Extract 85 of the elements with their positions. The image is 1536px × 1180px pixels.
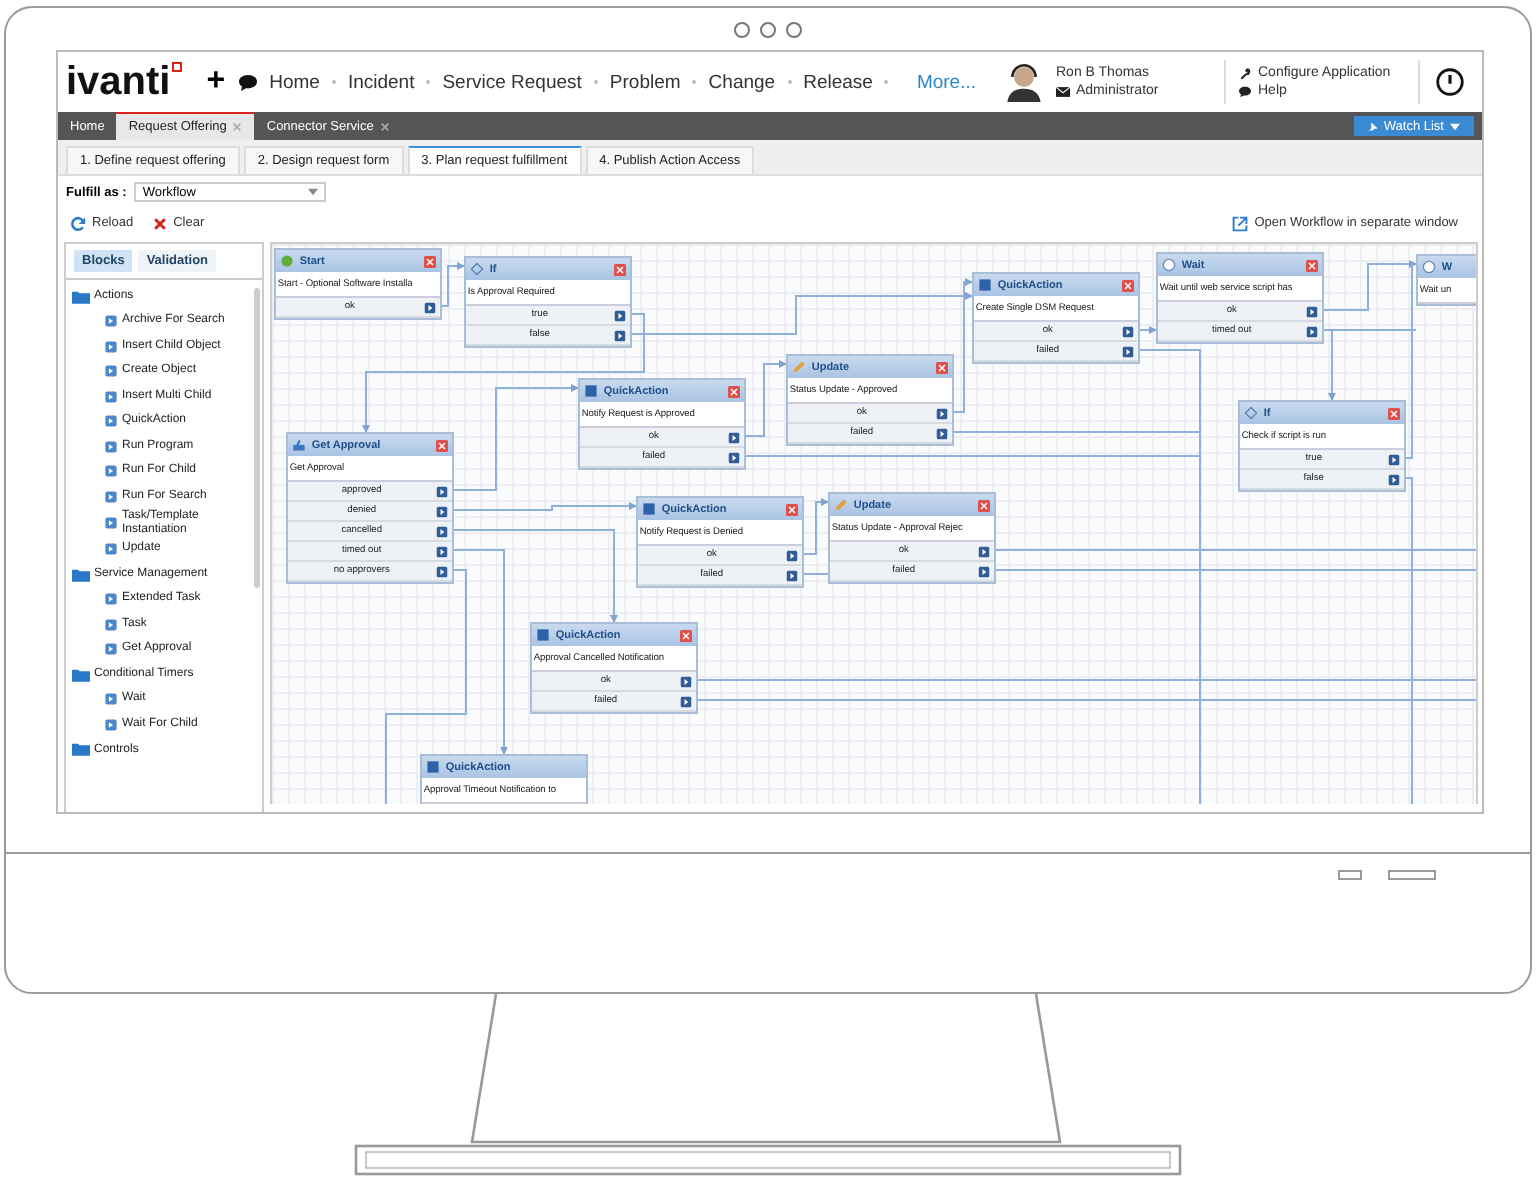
avatar-icon: [1004, 60, 1044, 104]
connector-line: [1138, 326, 1157, 334]
nav-link[interactable]: Problem: [609, 71, 681, 93]
reload-icon: [70, 215, 86, 231]
folder-icon: [72, 567, 90, 582]
folder-icon: [72, 289, 90, 304]
port-icon[interactable]: [435, 485, 448, 497]
node-type-icon: [291, 438, 306, 452]
block-icon: [104, 642, 118, 657]
add-button[interactable]: +: [206, 64, 226, 100]
port-icon[interactable]: [785, 549, 798, 561]
port-icon[interactable]: [435, 525, 448, 537]
node-type-icon: [977, 278, 992, 292]
node-type-icon: [1161, 258, 1176, 272]
node-type-icon: [1421, 260, 1436, 274]
connector-line: [440, 262, 465, 307]
block-icon: [104, 414, 118, 429]
block-icon: [104, 617, 118, 632]
close-icon[interactable]: [379, 121, 390, 131]
more-link[interactable]: More...: [916, 71, 976, 93]
block-icon: [104, 717, 118, 732]
node-type-icon: [641, 502, 656, 516]
chat-icon[interactable]: [237, 73, 258, 91]
port-icon[interactable]: [435, 545, 448, 557]
envelope-icon: [1056, 85, 1070, 97]
caret-icon: [1450, 121, 1460, 131]
port-icon[interactable]: [977, 565, 990, 577]
port-icon[interactable]: [1305, 325, 1318, 337]
block-icon: [104, 692, 118, 707]
block-icon: [104, 464, 118, 479]
close-icon: [151, 215, 168, 231]
button-slot-icon: [1388, 870, 1436, 880]
port-icon[interactable]: [613, 309, 626, 321]
port-icon[interactable]: [435, 505, 448, 517]
port-icon[interactable]: [679, 695, 692, 707]
port-icon[interactable]: [977, 545, 990, 557]
port-icon[interactable]: [785, 569, 798, 581]
port-icon[interactable]: [435, 565, 448, 577]
block-icon: [104, 339, 118, 354]
chat-icon: [1238, 85, 1252, 97]
node-type-icon: [583, 384, 598, 398]
caret-icon: [308, 188, 319, 196]
block-icon: [104, 592, 118, 607]
wrench-icon: [1238, 67, 1252, 79]
power-icon[interactable]: [1436, 68, 1464, 96]
scrollbar[interactable]: [253, 288, 260, 588]
folder-icon: [72, 667, 90, 682]
port-icon[interactable]: [935, 407, 948, 419]
port-icon[interactable]: [1121, 345, 1134, 357]
block-icon: [104, 439, 118, 454]
block-icon: [104, 314, 118, 329]
node-type-icon: [791, 360, 806, 374]
nav-link[interactable]: Incident: [347, 71, 415, 93]
connector-line: [802, 498, 829, 555]
port-icon[interactable]: [613, 329, 626, 341]
connector-line: [802, 573, 829, 575]
port-icon[interactable]: [1305, 305, 1318, 317]
nav-link[interactable]: Home: [269, 71, 320, 93]
block-icon: [104, 516, 118, 530]
port-icon[interactable]: [935, 427, 948, 439]
node-type-icon: [1243, 406, 1258, 420]
logo[interactable]: ivanti: [66, 58, 183, 106]
nav-link[interactable]: Change: [708, 71, 776, 93]
port-icon[interactable]: [1387, 473, 1400, 485]
block-icon: [104, 389, 118, 404]
node-type-icon: [425, 760, 440, 774]
port-icon[interactable]: [1387, 453, 1400, 465]
node-type-icon: [535, 628, 550, 642]
node-type-icon: [833, 498, 848, 512]
port-icon[interactable]: [727, 431, 740, 443]
port-icon[interactable]: [423, 301, 436, 313]
block-icon: [104, 542, 118, 557]
node-type-icon: [469, 262, 484, 276]
external-link-icon: [1232, 215, 1249, 231]
node-type-icon: [279, 254, 294, 268]
block-icon: [104, 489, 118, 504]
folder-icon: [72, 742, 90, 757]
port-icon[interactable]: [679, 675, 692, 687]
block-icon: [104, 364, 118, 379]
port-icon[interactable]: [727, 451, 740, 463]
nav-link[interactable]: Service Request: [442, 71, 582, 93]
port-icon[interactable]: [1121, 325, 1134, 337]
connector-line: [744, 360, 787, 437]
nav-link[interactable]: Release: [803, 71, 873, 93]
button-slot-icon: [1338, 870, 1362, 880]
